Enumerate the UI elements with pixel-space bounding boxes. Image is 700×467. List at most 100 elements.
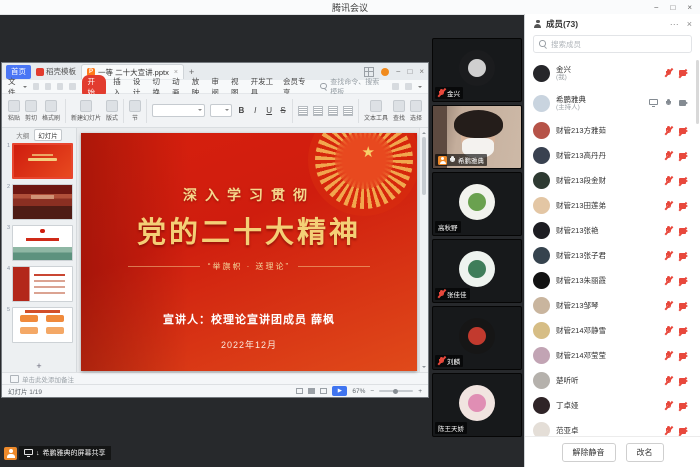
tab-slides[interactable]: 幻灯片	[34, 129, 62, 141]
mic-icon	[449, 156, 456, 165]
print-icon[interactable]	[45, 83, 51, 90]
video-tile[interactable]: 希鹏雅典	[432, 105, 522, 169]
align-icon[interactable]	[343, 106, 353, 116]
slideshow-play-button[interactable]: ▶	[332, 386, 347, 396]
member-row[interactable]: 财管213邹琴	[525, 293, 696, 318]
view-normal-icon[interactable]	[296, 388, 303, 394]
rename-button[interactable]: 改名	[626, 443, 664, 462]
align-icon[interactable]	[313, 106, 323, 116]
font-name-select[interactable]	[152, 104, 205, 117]
format-button[interactable]: S	[279, 106, 288, 115]
wps-close-button[interactable]: ×	[419, 67, 424, 76]
view-sorter-icon[interactable]	[308, 388, 315, 394]
format-button[interactable]: U	[265, 106, 274, 115]
ribbon-tool[interactable]: 选择	[410, 100, 422, 122]
divider-line	[128, 266, 200, 267]
ribbon-button[interactable]: 新建幻灯片	[71, 100, 101, 122]
minimize-button[interactable]: −	[654, 3, 659, 12]
zoom-in-button[interactable]: +	[418, 388, 422, 395]
scroll-up-icon[interactable]	[422, 130, 426, 134]
slide-thumbnail[interactable]	[12, 184, 73, 220]
ribbon-button[interactable]: 版式	[106, 100, 118, 122]
member-search-input[interactable]: 搜索成员	[533, 35, 692, 53]
slide-date: 2022年12月	[81, 338, 417, 351]
slide-thumbnail[interactable]	[12, 266, 73, 302]
canvas-scrollbar[interactable]	[419, 128, 428, 372]
member-row[interactable]: 希鹏雅典(主持人)	[525, 88, 696, 118]
member-row[interactable]: 财管213张子君	[525, 243, 696, 268]
video-tile[interactable]: 刘麟	[432, 306, 522, 370]
member-row[interactable]: 财管213高丹丹	[525, 143, 696, 168]
cloud-sync-icon[interactable]	[392, 83, 399, 90]
slide-thumbnail[interactable]	[12, 225, 73, 261]
member-row[interactable]: 财管213方雅茹	[525, 118, 696, 143]
align-icon[interactable]	[298, 106, 308, 116]
scroll-down-icon[interactable]	[422, 366, 426, 370]
share-banner-chip[interactable]: ↓ 希鹏雅典的屏幕共享	[19, 446, 111, 460]
mic-off-icon	[665, 376, 672, 385]
format-button[interactable]: B	[237, 106, 246, 115]
panel-scrollbar[interactable]	[696, 60, 699, 124]
wps-maximize-button[interactable]: □	[407, 67, 412, 76]
layout-grid-icon[interactable]	[364, 67, 374, 77]
share-icon[interactable]	[405, 83, 412, 90]
align-icon[interactable]	[328, 106, 338, 116]
member-row[interactable]: 范亚卓	[525, 418, 696, 437]
ribbon-tool[interactable]: 查找	[393, 100, 405, 122]
save-icon[interactable]	[33, 83, 39, 90]
wps-tabbar-right: − □ ×	[364, 67, 424, 77]
member-search-placeholder: 搜索成员	[551, 39, 581, 50]
member-status-icons	[665, 151, 688, 160]
collapse-ribbon-icon[interactable]	[418, 86, 422, 90]
video-tile[interactable]: 张佳佳	[432, 239, 522, 303]
member-row[interactable]: 财管214邓静雪	[525, 318, 696, 343]
camera-off-icon	[679, 277, 688, 284]
tab-outline[interactable]: 大纲	[16, 130, 29, 140]
member-row[interactable]: 财管213田莲弟	[525, 193, 696, 218]
member-row[interactable]: 楚听听	[525, 368, 696, 393]
ribbon-button[interactable]: 剪切	[25, 100, 37, 122]
wps-account-avatar[interactable]	[381, 68, 389, 76]
wps-docer-tab[interactable]: 稻壳模板	[36, 66, 76, 77]
ribbon-button[interactable]: 粘贴	[8, 100, 20, 122]
wps-minimize-button[interactable]: −	[396, 67, 401, 76]
slide-thumbnail[interactable]	[12, 307, 73, 343]
slide-thumbnail[interactable]	[12, 143, 73, 179]
member-row[interactable]: 丁卓娅	[525, 393, 696, 418]
format-button[interactable]: I	[251, 106, 260, 115]
more-button[interactable]: ···	[670, 19, 679, 29]
camera-icon	[679, 327, 688, 334]
member-row[interactable]: 财管213段金财	[525, 168, 696, 193]
redo-icon[interactable]	[69, 83, 75, 90]
maximize-button[interactable]: □	[670, 3, 675, 12]
current-slide[interactable]: ★ 深入学习贯彻 党的二十大精神 “举旗帜 · 送理论” 宣讲人：校理论宣讲团成…	[81, 133, 417, 371]
close-panel-button[interactable]: ×	[687, 19, 692, 29]
zoom-slider[interactable]	[379, 390, 413, 392]
font-size-select[interactable]	[210, 104, 232, 117]
slide-thumbnail-row: 1	[4, 143, 73, 179]
slide-thumbnail-row: 4	[4, 266, 73, 302]
ribbon-tool[interactable]: 文本工具	[364, 100, 388, 122]
member-status-icons	[665, 401, 688, 410]
close-button[interactable]: ×	[687, 3, 692, 12]
ribbon-button[interactable]: 节	[129, 100, 141, 122]
video-tile[interactable]: 高秋野	[432, 172, 522, 236]
view-reading-icon[interactable]	[320, 388, 327, 394]
video-tile[interactable]: 陈王天娇	[432, 373, 522, 437]
member-row[interactable]: 财管213张艳	[525, 218, 696, 243]
zoom-slider-knob[interactable]	[393, 389, 398, 394]
mic-off-icon	[665, 276, 672, 285]
scrollbar-thumb[interactable]	[422, 137, 426, 195]
member-row[interactable]: 财管213朱丽霞	[525, 268, 696, 293]
ribbon-button[interactable]: 格式刷	[42, 100, 60, 122]
camera-icon	[679, 377, 688, 384]
notes-bar[interactable]: 单击此处添加备注	[2, 372, 428, 384]
video-tile[interactable]: 金兴	[432, 38, 522, 102]
wps-ribbon: 粘贴剪切格式刷新建幻灯片版式节 BIUS 文本工具查找选择	[2, 94, 428, 128]
member-row[interactable]: 金兴(我)	[525, 58, 696, 88]
member-row[interactable]: 财管214邓莹莹	[525, 343, 696, 368]
unmute-button[interactable]: 解除静音	[562, 443, 616, 462]
zoom-out-button[interactable]: −	[370, 388, 374, 395]
add-slide-button[interactable]: +	[2, 360, 76, 372]
undo-icon[interactable]	[57, 83, 63, 90]
